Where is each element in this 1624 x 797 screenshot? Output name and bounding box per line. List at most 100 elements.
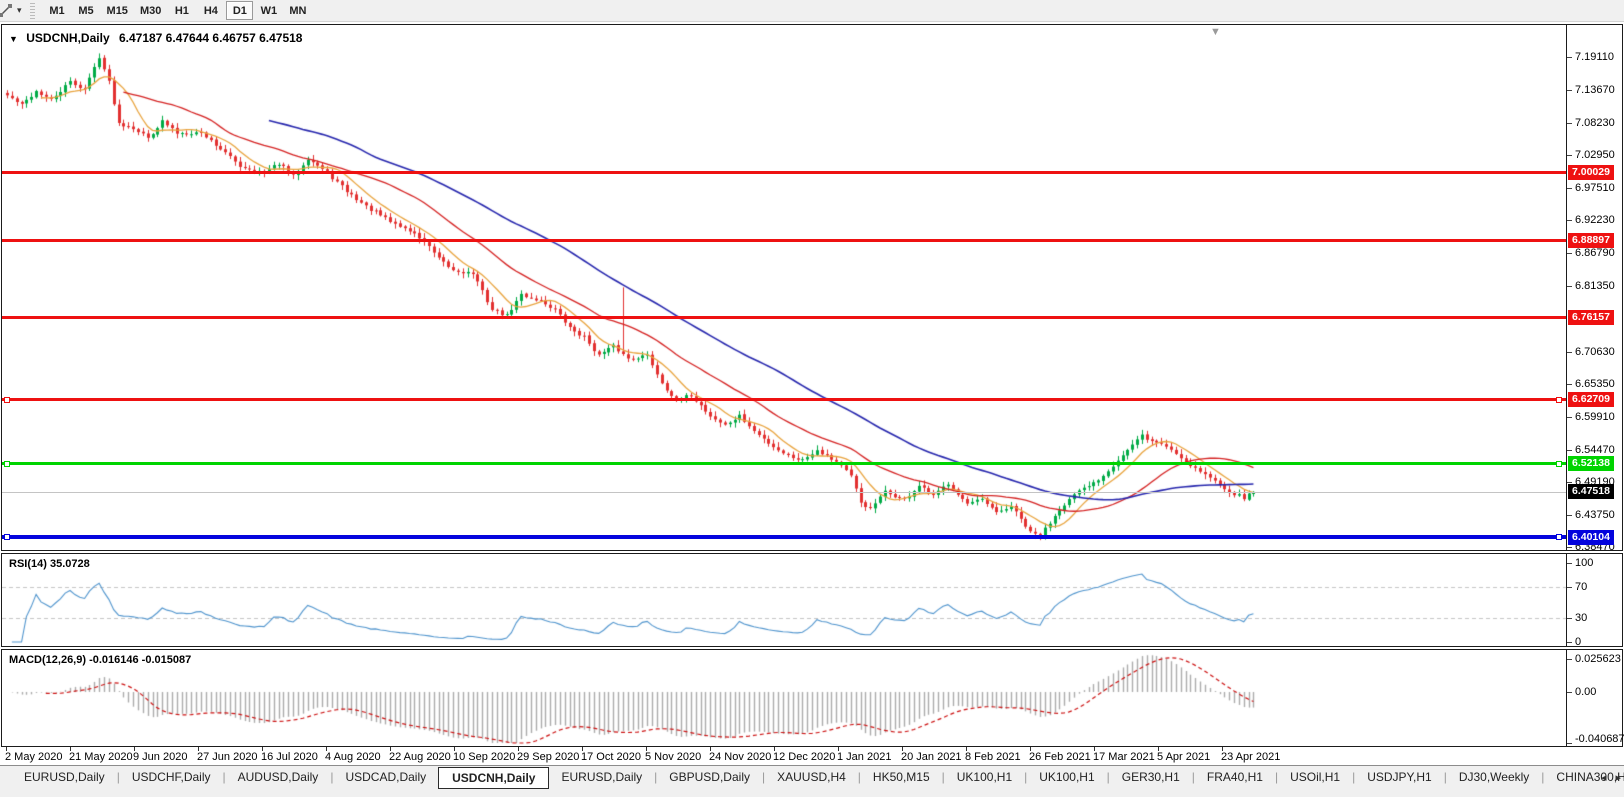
date-label: 12 Dec 2020 bbox=[773, 751, 835, 763]
price-chart-panel: ▼ USDCNH,Daily 6.47187 6.47644 6.46757 6… bbox=[1, 24, 1623, 551]
drawing-tool-icon[interactable] bbox=[0, 3, 15, 19]
chart-symbol-period: USDCNH,Daily bbox=[26, 31, 109, 45]
chart-tab-usdchf-daily-1[interactable]: USDCHF,Daily bbox=[120, 768, 223, 786]
rsi-axis-tick bbox=[1567, 642, 1572, 643]
chart-tab-uk100-h1-9[interactable]: UK100,H1 bbox=[945, 768, 1024, 786]
price-axis-tick bbox=[1567, 123, 1572, 124]
macd-axis-label: 0.00 bbox=[1575, 686, 1596, 698]
chart-tab-ger30-h1-11[interactable]: GER30,H1 bbox=[1110, 768, 1192, 786]
date-label: 17 Oct 2020 bbox=[581, 751, 641, 763]
timeframe-button-m15[interactable]: M15 bbox=[102, 1, 133, 20]
date-label: 4 Aug 2020 bbox=[325, 751, 381, 763]
date-axis[interactable]: 2 May 2020 21 May 20209 Jun 2020 27 Jun 20… bbox=[1, 747, 1623, 765]
price-axis-tick bbox=[1567, 220, 1572, 221]
rsi-chart-canvas[interactable] bbox=[2, 554, 1566, 646]
date-label: 5 Nov 2020 bbox=[645, 751, 701, 763]
price-axis-label: 6.59910 bbox=[1575, 411, 1615, 423]
level-line-handle[interactable] bbox=[1556, 461, 1562, 467]
price-axis-label: 7.02950 bbox=[1575, 149, 1615, 161]
timeframe-button-m1[interactable]: M1 bbox=[44, 1, 71, 20]
macd-axis-tick bbox=[1567, 692, 1572, 693]
horizontal-level-line-6.40104[interactable] bbox=[2, 535, 1566, 539]
price-level-badge: 6.40104 bbox=[1568, 530, 1614, 545]
chart-tab-eurusd-daily-0[interactable]: EURUSD,Daily bbox=[12, 768, 117, 786]
current-price-line bbox=[2, 492, 1566, 493]
price-axis-label: 6.65350 bbox=[1575, 378, 1615, 390]
price-axis-tick bbox=[1567, 515, 1572, 516]
macd-axis-label: -0.040687 bbox=[1575, 733, 1624, 745]
timeframe-button-mn[interactable]: MN bbox=[284, 1, 311, 20]
tab-scroll-left-icon[interactable]: ◂ bbox=[1601, 771, 1607, 784]
tab-scroll-arrows: ◂ ▸ bbox=[1601, 771, 1621, 784]
price-axis-tick bbox=[1567, 90, 1572, 91]
horizontal-level-line-6.76157[interactable] bbox=[2, 316, 1566, 319]
chart-tab-fra40-h1-12[interactable]: FRA40,H1 bbox=[1195, 768, 1275, 786]
date-label: 23 Apr 2021 bbox=[1221, 751, 1280, 763]
macd-axis-tick bbox=[1567, 659, 1572, 660]
chart-tab-uk100-h1-10[interactable]: UK100,H1 bbox=[1027, 768, 1106, 786]
price-chart-canvas[interactable] bbox=[2, 25, 1566, 550]
horizontal-level-line-6.62709[interactable] bbox=[2, 398, 1566, 401]
rsi-axis-tick bbox=[1567, 618, 1572, 619]
level-line-handle[interactable] bbox=[1556, 534, 1562, 540]
tab-scroll-right-icon[interactable]: ▸ bbox=[1615, 771, 1621, 784]
date-label: 9 Jun 2020 bbox=[133, 751, 187, 763]
price-axis-tick bbox=[1567, 57, 1572, 58]
toolbar-grip bbox=[30, 3, 35, 19]
price-axis-label: 6.97510 bbox=[1575, 182, 1615, 194]
date-label: 29 Sep 2020 bbox=[517, 751, 579, 763]
date-label: 10 Sep 2020 bbox=[453, 751, 515, 763]
chart-tab-dj30-weekly-15[interactable]: DJ30,Weekly bbox=[1447, 768, 1541, 786]
timeframe-button-m30[interactable]: M30 bbox=[135, 1, 166, 20]
price-level-badge: 6.88897 bbox=[1568, 233, 1614, 248]
timeframe-toolbar: M1M5M15M30H1H4D1W1MN bbox=[43, 0, 313, 22]
date-label: 20 Jan 2021 bbox=[901, 751, 962, 763]
level-line-handle[interactable] bbox=[4, 461, 10, 467]
dropdown-caret-icon[interactable]: ▾ bbox=[17, 5, 22, 16]
collapse-triangle-icon[interactable]: ▼ bbox=[9, 34, 18, 44]
timeframe-button-h1[interactable]: H1 bbox=[168, 1, 195, 20]
chart-shift-marker-icon[interactable]: ▼ bbox=[1210, 26, 1221, 38]
timeframe-button-m5[interactable]: M5 bbox=[73, 1, 100, 20]
rsi-indicator-panel: RSI(14) 35.0728 10070300 bbox=[1, 553, 1623, 647]
horizontal-level-line-6.52138[interactable] bbox=[2, 462, 1566, 465]
date-label: 24 Nov 2020 bbox=[709, 751, 771, 763]
horizontal-level-line-7.00029[interactable] bbox=[2, 171, 1566, 174]
price-level-badge: 7.00029 bbox=[1568, 165, 1614, 180]
price-axis-tick bbox=[1567, 450, 1572, 451]
timeframe-button-d1[interactable]: D1 bbox=[226, 1, 253, 20]
price-axis-label: 6.86790 bbox=[1575, 247, 1615, 259]
price-axis-tick bbox=[1567, 352, 1572, 353]
chart-tab-usoil-h1-13[interactable]: USOil,H1 bbox=[1278, 768, 1352, 786]
price-axis-tick bbox=[1567, 286, 1572, 287]
date-label: 21 May 2020 bbox=[69, 751, 133, 763]
chart-tab-xauusd-h4-7[interactable]: XAUUSD,H4 bbox=[765, 768, 858, 786]
rsi-axis-tick bbox=[1567, 587, 1572, 588]
level-line-handle[interactable] bbox=[4, 397, 10, 403]
date-label: 17 Mar 2021 bbox=[1093, 751, 1155, 763]
level-line-handle[interactable] bbox=[1556, 397, 1562, 403]
chart-tab-audusd-daily-2[interactable]: AUDUSD,Daily bbox=[226, 768, 331, 786]
price-axis[interactable]: 7.191107.136707.082307.029506.975106.922… bbox=[1567, 25, 1622, 550]
price-axis-label: 7.19110 bbox=[1575, 51, 1614, 63]
chart-tab-gbpusd-daily-6[interactable]: GBPUSD,Daily bbox=[657, 768, 762, 786]
rsi-axis-label: 70 bbox=[1575, 581, 1587, 593]
timeframe-button-h4[interactable]: H4 bbox=[197, 1, 224, 20]
current-price-badge: 6.47518 bbox=[1568, 484, 1614, 499]
timeframe-button-w1[interactable]: W1 bbox=[255, 1, 282, 20]
date-label: 16 Jul 2020 bbox=[261, 751, 318, 763]
chart-tab-usdcad-daily-3[interactable]: USDCAD,Daily bbox=[333, 768, 438, 786]
macd-axis: 0.0256230.00-0.040687 bbox=[1567, 650, 1622, 746]
date-label: 27 Jun 2020 bbox=[197, 751, 258, 763]
date-label: 2 May 2020 bbox=[5, 751, 62, 763]
chart-tab-usdjpy-h1-14[interactable]: USDJPY,H1 bbox=[1355, 768, 1443, 786]
chart-tab-hk50-m15-8[interactable]: HK50,M15 bbox=[861, 768, 942, 786]
chart-tab-usdcnh-daily-4[interactable]: USDCNH,Daily bbox=[438, 767, 549, 789]
level-line-handle[interactable] bbox=[4, 534, 10, 540]
chart-tab-bar: EURUSD,Daily|USDCHF,Daily|AUDUSD,Daily|U… bbox=[0, 765, 1624, 797]
horizontal-level-line-6.88897[interactable] bbox=[2, 239, 1566, 242]
macd-chart-canvas[interactable] bbox=[2, 650, 1566, 746]
date-label: 1 Jan 2021 bbox=[837, 751, 891, 763]
price-level-badge: 6.62709 bbox=[1568, 392, 1614, 407]
chart-tab-eurusd-daily-5[interactable]: EURUSD,Daily bbox=[549, 768, 654, 786]
